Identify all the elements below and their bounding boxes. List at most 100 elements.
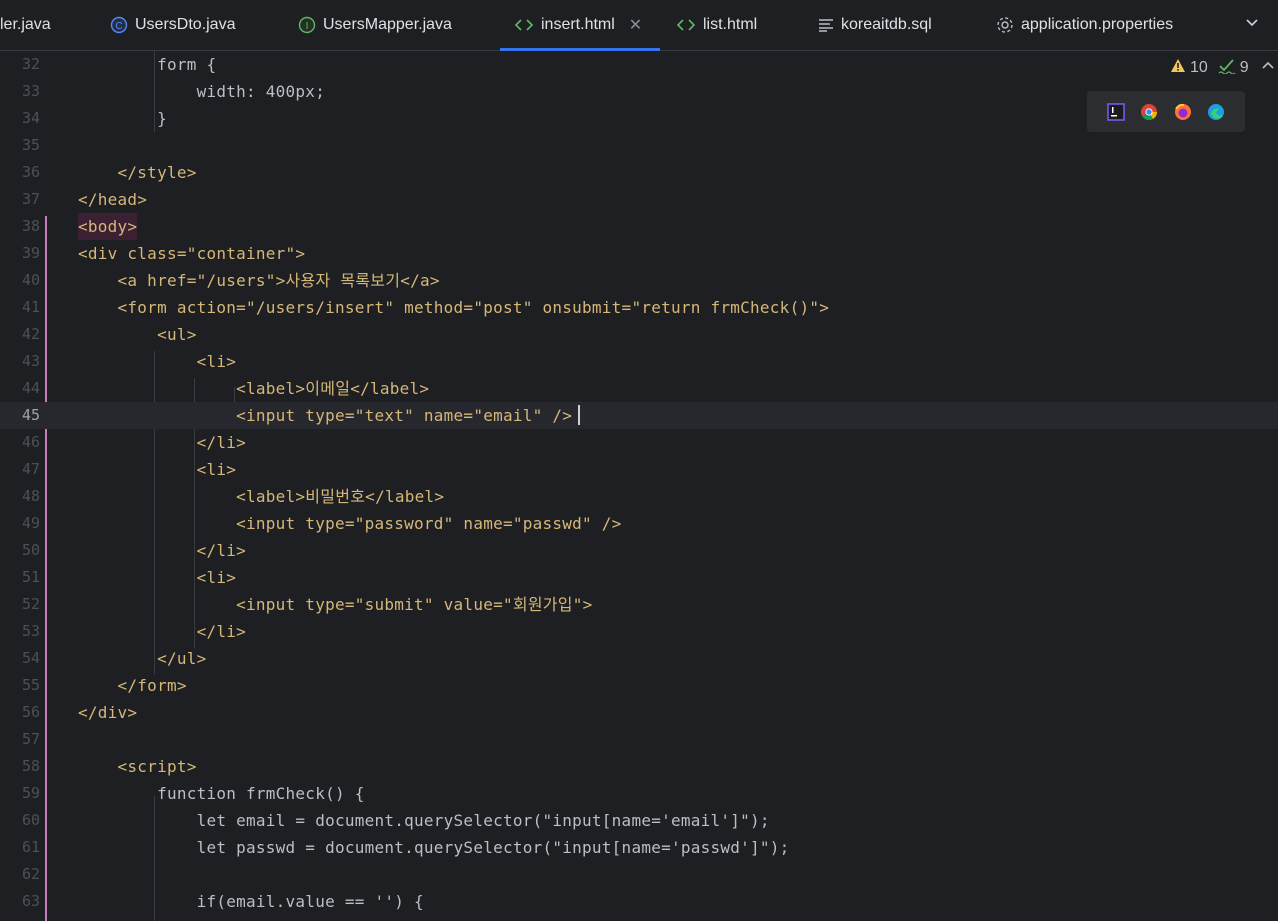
inspection-widget[interactable]: 10 9 xyxy=(1170,58,1275,78)
code-line: 38 <body> xyxy=(0,213,1278,240)
line-number: 57 xyxy=(21,730,40,748)
tab-usersdto-java[interactable]: C UsersDto.java xyxy=(110,0,235,50)
line-text: </li> xyxy=(78,541,247,560)
line-number: 36 xyxy=(21,163,40,181)
line-number: 59 xyxy=(21,784,40,802)
code-line-current: 45 <input type="text" name="email" /> xyxy=(0,402,1278,429)
line-number: 38 xyxy=(21,217,40,235)
line-number: 53 xyxy=(21,622,40,640)
typo-icon xyxy=(1218,58,1236,79)
edge-icon[interactable] xyxy=(1207,103,1225,121)
code-line: 43 <li> xyxy=(0,348,1278,375)
svg-text:C: C xyxy=(115,21,122,32)
tab-label: application.properties xyxy=(1021,16,1174,33)
line-number: 62 xyxy=(21,865,40,883)
line-text: <div class="container"> xyxy=(78,244,306,263)
code-line: 40 <a href="/users">사용자 목록보기</a> xyxy=(0,267,1278,294)
code-line: 41 <form action="/users/insert" method="… xyxy=(0,294,1278,321)
intellij-icon[interactable] xyxy=(1107,102,1125,121)
chevron-down-icon[interactable] xyxy=(1244,14,1260,35)
line-number: 47 xyxy=(21,460,40,478)
line-number: 45 xyxy=(21,406,40,424)
code-line: 59 function frmCheck() { xyxy=(0,780,1278,807)
line-number: 42 xyxy=(21,325,40,343)
line-number: 54 xyxy=(21,649,40,667)
line-text: <script> xyxy=(78,757,197,776)
code-line: 32 form { xyxy=(0,51,1278,78)
line-text: </ul> xyxy=(78,649,207,668)
line-number: 46 xyxy=(21,433,40,451)
gear-icon xyxy=(996,16,1014,34)
line-number: 35 xyxy=(21,136,40,154)
line-number: 32 xyxy=(21,55,40,73)
tab-label: insert.html xyxy=(541,16,615,33)
chrome-icon[interactable] xyxy=(1140,103,1158,121)
html-icon xyxy=(514,18,534,32)
class-icon: C xyxy=(110,16,128,34)
line-number: 58 xyxy=(21,757,40,775)
line-number: 44 xyxy=(21,379,40,397)
code-editor[interactable]: 32 form { 33 width: 400px; 34 } 35 36 </… xyxy=(0,51,1278,921)
code-line: 54 </ul> xyxy=(0,645,1278,672)
line-text: </head> xyxy=(78,190,148,209)
code-line: 44 <label>이메일</label> xyxy=(0,375,1278,402)
code-line: 60 let email = document.querySelector("i… xyxy=(0,807,1278,834)
code-line: 46 </li> xyxy=(0,429,1278,456)
tab-application-properties[interactable]: application.properties xyxy=(996,0,1173,50)
code-line: 50 </li> xyxy=(0,537,1278,564)
line-text: function frmCheck() { xyxy=(78,784,365,803)
firefox-icon[interactable] xyxy=(1174,103,1192,121)
line-text: <input type="text" name="email" /> xyxy=(78,406,573,425)
code-line: 62 xyxy=(0,861,1278,888)
line-number: 43 xyxy=(21,352,40,370)
code-line: 52 <input type="submit" value="회원가입"> xyxy=(0,591,1278,618)
warning-count: 10 xyxy=(1190,59,1208,76)
sql-icon xyxy=(818,18,834,32)
line-number: 49 xyxy=(21,514,40,532)
line-number: 51 xyxy=(21,568,40,586)
line-number: 61 xyxy=(21,838,40,856)
code-line: 61 let passwd = document.querySelector("… xyxy=(0,834,1278,861)
code-line: 55 </form> xyxy=(0,672,1278,699)
tab-list-html[interactable]: list.html xyxy=(676,0,757,50)
line-text: <input type="password" name="passwd" /> xyxy=(78,514,622,533)
tab-usersmapper-java[interactable]: I UsersMapper.java xyxy=(298,0,452,50)
tab-label: koreaitdb.sql xyxy=(841,16,932,33)
line-text: <label>비밀번호</label> xyxy=(78,487,445,506)
tab-label: list.html xyxy=(703,16,758,33)
text-caret xyxy=(578,405,580,425)
line-number: 60 xyxy=(21,811,40,829)
editor-tab-bar: ler.java C UsersDto.java I UsersMapper.j… xyxy=(0,0,1278,51)
tab-koreaitdb-sql[interactable]: koreaitdb.sql xyxy=(818,0,932,50)
line-number: 33 xyxy=(21,82,40,100)
svg-text:I: I xyxy=(306,21,309,32)
line-text: if(email.value == '') { xyxy=(78,892,424,911)
code-line: 48 <label>비밀번호</label> xyxy=(0,483,1278,510)
code-line: 42 <ul> xyxy=(0,321,1278,348)
code-line: 51 <li> xyxy=(0,564,1278,591)
code-line: 58 <script> xyxy=(0,753,1278,780)
code-line: 56 </div> xyxy=(0,699,1278,726)
chevron-up-icon[interactable] xyxy=(1261,59,1275,78)
line-text: } xyxy=(78,109,167,128)
tab-controller-java[interactable]: ler.java xyxy=(0,0,51,50)
tab-insert-html[interactable]: insert.html ✕ xyxy=(499,0,661,51)
line-text: <body> xyxy=(78,213,138,240)
line-text: </form> xyxy=(78,676,187,695)
code-line: 63 if(email.value == '') { xyxy=(0,888,1278,915)
line-text: <a href="/users">사용자 목록보기</a> xyxy=(78,271,440,290)
tab-label: UsersDto.java xyxy=(135,16,236,33)
line-text: width: 400px; xyxy=(78,82,326,101)
code-line: 36 </style> xyxy=(0,159,1278,186)
code-line: 53 </li> xyxy=(0,618,1278,645)
close-icon[interactable]: ✕ xyxy=(629,15,642,35)
code-line: 39 <div class="container"> xyxy=(0,240,1278,267)
line-number: 37 xyxy=(21,190,40,208)
html-icon xyxy=(676,18,696,32)
typo-count: 9 xyxy=(1239,59,1249,76)
line-number: 55 xyxy=(21,676,40,694)
line-number: 63 xyxy=(21,892,40,910)
line-text: <li> xyxy=(78,352,237,371)
line-text: <form action="/users/insert" method="pos… xyxy=(78,298,830,317)
code-line: 57 xyxy=(0,726,1278,753)
